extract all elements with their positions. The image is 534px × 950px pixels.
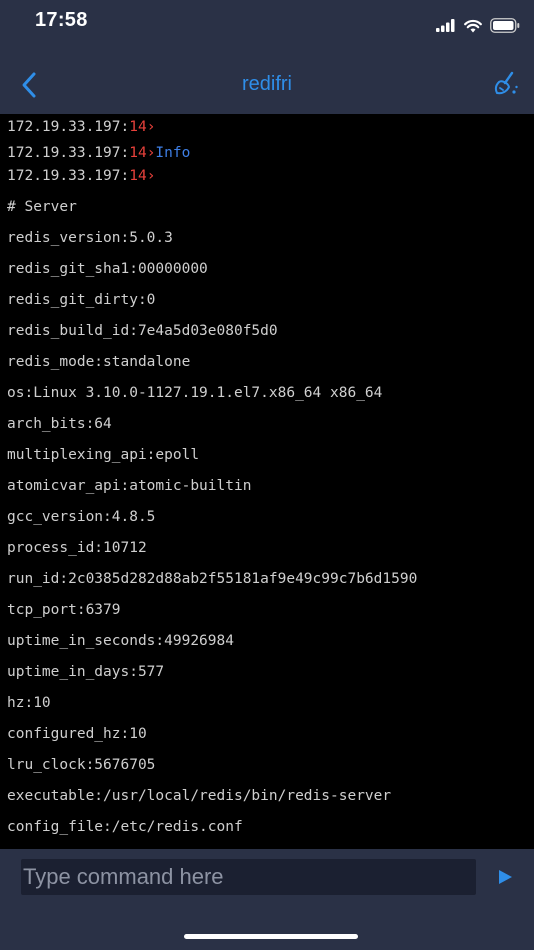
home-indicator (184, 934, 358, 939)
battery-icon (490, 18, 520, 33)
output-line: configured_hz:10 (7, 726, 147, 742)
output-line: lru_clock:5676705 (7, 757, 156, 773)
prompt-command: Info (155, 145, 191, 161)
send-triangle-icon[interactable] (495, 867, 515, 887)
output-line: redis_git_sha1:00000000 (7, 261, 208, 277)
status-icons (436, 18, 520, 33)
prompt-arrow: › (146, 119, 156, 135)
output-line: redis_build_id:7e4a5d03e080f5d0 (7, 323, 278, 339)
command-bar (0, 849, 534, 950)
output-line: redis_version:5.0.3 (7, 230, 173, 246)
output-line: hz:10 (7, 695, 51, 711)
output-line: # Server (7, 199, 77, 215)
prompt-arrow: › (146, 168, 156, 184)
output-line: uptime_in_days:577 (7, 664, 165, 680)
output-line: run_id:2c0385d282d88ab2f55181af9e49c99c7… (7, 571, 418, 587)
signal-icon (436, 19, 455, 32)
prompt-line: 172.19.33.197:14›Info (7, 145, 190, 161)
wifi-icon (464, 19, 482, 32)
prompt-line: 172.19.33.197:14› (7, 168, 155, 184)
nav-title: redifri (241, 73, 292, 95)
output-line: redis_git_dirty:0 (7, 292, 156, 308)
console-output: 172.19.33.197:14› 172.19.33.197:14›Info … (0, 114, 534, 849)
output-line: process_id:10712 (7, 540, 147, 556)
output-line: redis_mode:standalone (7, 354, 191, 370)
prompt-line: 172.19.33.197:14› (7, 119, 155, 135)
prompt-host: 172.19.33.197: (7, 145, 130, 161)
output-line: os:Linux 3.10.0-1127.19.1.el7.x86_64 x86… (7, 385, 383, 401)
output-line: config_file:/etc/redis.conf (7, 819, 243, 835)
status-bar: 17:58 (0, 0, 534, 56)
output-line: multiplexing_api:epoll (7, 447, 200, 463)
prompt-host: 172.19.33.197: (7, 168, 130, 184)
output-line: gcc_version:4.8.5 (7, 509, 156, 525)
command-input[interactable] (21, 859, 476, 895)
prompt-host: 172.19.33.197: (7, 119, 130, 135)
output-line: executable:/usr/local/redis/bin/redis-se… (7, 788, 392, 804)
prompt-db: 14 (129, 145, 147, 161)
status-time: 17:58 (35, 9, 88, 31)
nav-bar: redifri (0, 56, 534, 114)
broom-icon[interactable] (492, 70, 520, 98)
output-line: uptime_in_seconds:49926984 (7, 633, 234, 649)
prompt-db: 14 (129, 168, 147, 184)
output-line: arch_bits:64 (7, 416, 112, 432)
prompt-db: 14 (129, 119, 147, 135)
output-line: atomicvar_api:atomic-builtin (7, 478, 252, 494)
output-line: tcp_port:6379 (7, 602, 121, 618)
